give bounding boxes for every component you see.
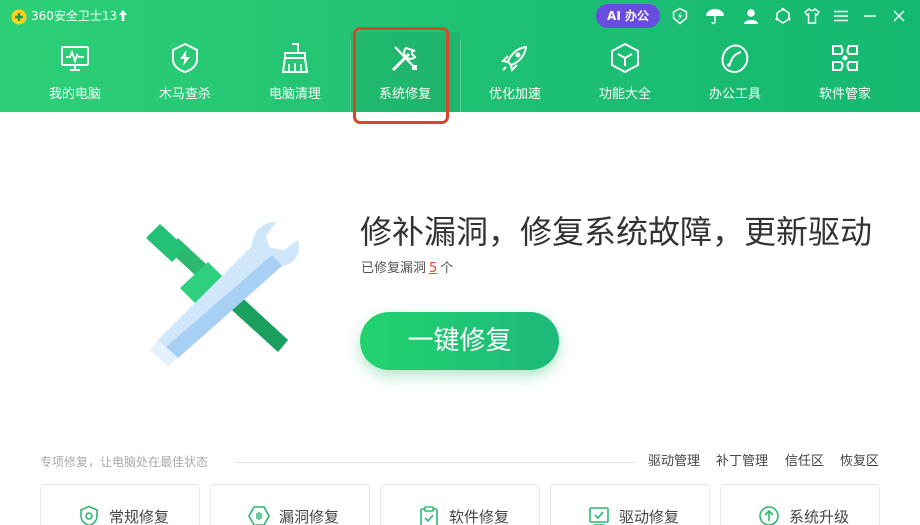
recovery-zone-link[interactable]: 恢复区	[840, 454, 879, 470]
card-label: 系统升级	[789, 508, 850, 525]
shirt-icon[interactable]	[803, 7, 821, 25]
main-nav: 我的电脑 木马查杀 电脑清理 系统修复 优化加速 功能大全 办公工具 软件管家	[0, 32, 920, 116]
card-label: 常规修复	[109, 508, 170, 525]
cube-icon	[611, 42, 639, 74]
card-system-upgrade[interactable]: 系统升级	[720, 484, 880, 525]
nav-label: 功能大全	[598, 87, 651, 102]
shield-check-icon	[80, 505, 98, 525]
ai-office-button[interactable]: AI 办公	[596, 4, 660, 28]
nav-label: 我的电脑	[48, 87, 101, 102]
skin-icon[interactable]	[774, 7, 792, 25]
titlebar: 360安全卫士13 AI 办公	[0, 0, 920, 32]
page-headline: 修补漏洞，修复系统故障，更新驱动	[360, 213, 873, 251]
section-label: 专项修复，让电脑处在最佳状态	[40, 455, 209, 469]
repaired-count[interactable]: 5	[429, 261, 437, 276]
repaired-count-text: 已修复漏洞 5 个	[361, 260, 453, 278]
shield-bolt-icon	[172, 42, 198, 74]
nav-item-optimize[interactable]: 优化加速	[460, 32, 570, 112]
card-label: 漏洞修复	[279, 508, 340, 525]
card-regular-repair[interactable]: 常规修复	[40, 484, 200, 525]
hexagon-bug-icon	[248, 506, 270, 525]
monitor-icon	[61, 46, 89, 71]
nav-item-trojan-scan[interactable]: 木马查杀	[130, 32, 240, 112]
nav-item-my-computer[interactable]: 我的电脑	[20, 32, 130, 112]
nav-label: 软件管家	[818, 87, 871, 102]
card-driver-repair[interactable]: 驱动修复	[550, 484, 710, 525]
upgrade-arrow-icon[interactable]	[118, 9, 128, 22]
card-vulnerability-repair[interactable]: 漏洞修复	[210, 484, 370, 525]
clipboard-icon	[420, 506, 438, 525]
trust-zone-link[interactable]: 信任区	[785, 454, 824, 470]
nav-label: 电脑清理	[268, 87, 321, 102]
user-icon[interactable]	[742, 7, 760, 25]
close-icon[interactable]	[890, 7, 908, 25]
app-title: 360安全卫士13	[31, 9, 118, 23]
driver-management-link[interactable]: 驱动管理	[648, 454, 700, 470]
nav-item-software-manager[interactable]: 软件管家	[790, 32, 900, 112]
app-window: 360安全卫士13 AI 办公 我的电脑 木马查杀 电脑清理 系统修复 优化加速…	[0, 0, 920, 525]
nav-item-office-tools[interactable]: 办公工具	[680, 32, 790, 112]
nav-label: 木马查杀	[158, 87, 211, 102]
patch-management-link[interactable]: 补丁管理	[716, 454, 768, 470]
nav-item-features[interactable]: 功能大全	[570, 32, 680, 112]
repaired-prefix: 已修复漏洞	[361, 261, 427, 276]
broom-icon	[281, 43, 309, 73]
app-logo-icon	[11, 9, 27, 25]
driver-check-icon	[589, 507, 609, 525]
highlight-box	[353, 27, 449, 124]
nav-label: 优化加速	[488, 87, 541, 102]
header: 360安全卫士13 AI 办公 我的电脑 木马查杀 电脑清理 系统修复 优化加速…	[0, 0, 920, 124]
nav-item-cleanup[interactable]: 电脑清理	[240, 32, 350, 112]
card-label: 软件修复	[449, 508, 510, 525]
arrow-up-circle-icon	[759, 506, 779, 525]
shield-badge-icon[interactable]	[671, 7, 689, 25]
minimize-icon[interactable]	[861, 7, 879, 25]
repaired-suffix: 个	[440, 261, 454, 276]
card-label: 驱动修复	[619, 508, 680, 525]
menu-icon[interactable]	[832, 7, 850, 25]
card-software-repair[interactable]: 软件修复	[380, 484, 540, 525]
section-divider	[234, 462, 636, 463]
umbrella-icon[interactable]	[704, 7, 726, 25]
one-click-fix-button[interactable]: 一键修复	[360, 312, 559, 370]
nav-label: 办公工具	[708, 87, 761, 102]
rocket-icon	[500, 45, 528, 73]
apps-icon	[832, 45, 858, 71]
wrench-screwdriver-illustration	[146, 222, 300, 366]
pen-nib-icon	[721, 44, 749, 74]
